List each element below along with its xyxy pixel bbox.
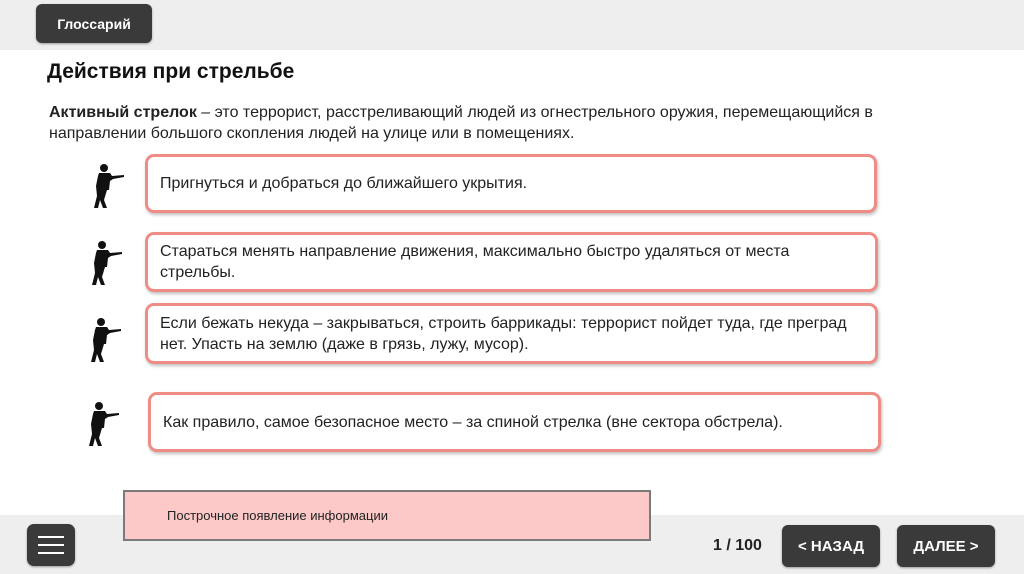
action-text: Стараться менять направление движения, м… bbox=[160, 243, 790, 281]
note-text: Построчное появление информации bbox=[167, 508, 388, 523]
shooter-silhouette-icon bbox=[92, 241, 122, 285]
shooter-silhouette-icon bbox=[91, 318, 121, 362]
shooter-silhouette-icon bbox=[94, 164, 124, 208]
action-card: Стараться менять направление движения, м… bbox=[145, 232, 878, 292]
action-card: Как правило, самое безопасное место – за… bbox=[148, 392, 881, 452]
top-bar bbox=[0, 0, 1024, 50]
next-button[interactable]: ДАЛЕЕ > bbox=[897, 525, 995, 567]
page-title: Действия при стрельбе bbox=[47, 60, 295, 83]
intro-paragraph: Активный стрелок – это террорист, расстр… bbox=[49, 102, 959, 144]
menu-button[interactable] bbox=[27, 524, 75, 566]
action-text: Пригнуться и добраться до ближайшего укр… bbox=[160, 175, 528, 192]
info-note: Построчное появление информации bbox=[123, 490, 651, 541]
action-text: Если бежать некуда – закрываться, строит… bbox=[160, 314, 847, 353]
action-card: Пригнуться и добраться до ближайшего укр… bbox=[145, 154, 877, 213]
glossary-button[interactable]: Глоссарий bbox=[36, 4, 152, 43]
intro-term: Активный стрелок bbox=[49, 104, 197, 121]
shooter-silhouette-icon bbox=[89, 402, 119, 446]
action-card: Если бежать некуда – закрываться, строит… bbox=[145, 303, 878, 364]
hamburger-menu-icon bbox=[38, 536, 64, 554]
action-text: Как правило, самое безопасное место – за… bbox=[163, 413, 783, 431]
back-button[interactable]: < НАЗАД bbox=[782, 525, 880, 567]
page-counter: 1 / 100 bbox=[713, 537, 762, 554]
